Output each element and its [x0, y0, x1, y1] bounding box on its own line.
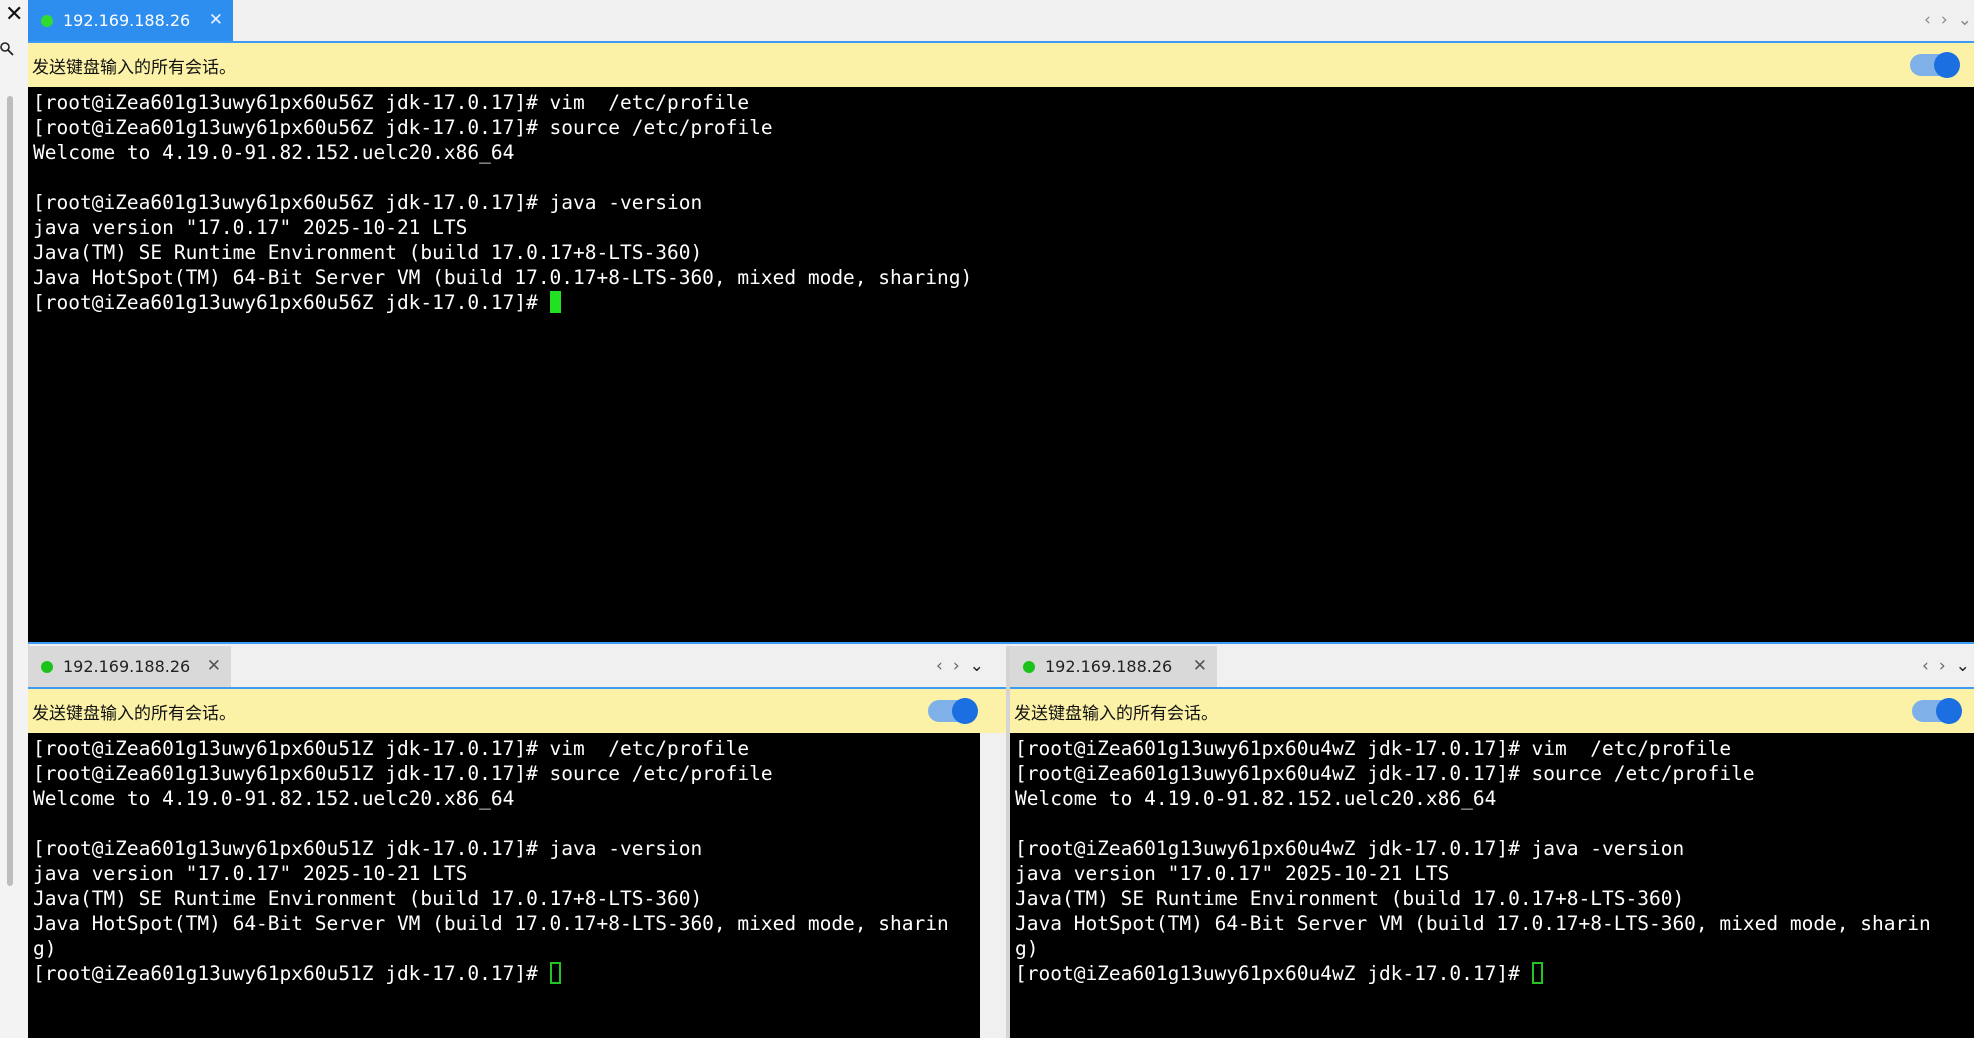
terminal-line: Java HotSpot(TM) 64-Bit Server VM (build…: [33, 912, 949, 935]
broadcast-bar-bottom-right: 发送键盘输入的所有会话。: [1010, 689, 1974, 733]
chevron-right-icon[interactable]: ›: [1941, 10, 1948, 30]
broadcast-label: 发送键盘输入的所有会话。: [1014, 703, 1218, 724]
terminal-cursor: [549, 291, 561, 313]
terminal-prompt: [root@iZea601g13uwy61px60u56Z jdk-17.0.1…: [33, 291, 550, 314]
terminal-cursor: [1531, 962, 1543, 984]
close-icon[interactable]: ✕: [207, 656, 221, 676]
terminal-line: Welcome to 4.19.0-91.82.152.uelc20.x86_6…: [33, 141, 515, 164]
terminal-line: Welcome to 4.19.0-91.82.152.uelc20.x86_6…: [1015, 787, 1497, 810]
terminal-line: [root@iZea601g13uwy61px60u51Z jdk-17.0.1…: [33, 762, 773, 785]
status-dot-icon: [1023, 660, 1035, 673]
tab-bar-top: 192.169.188.26 ✕ ‹ › ⌄: [28, 0, 1974, 43]
tab-host-label: 192.169.188.26: [1045, 657, 1173, 676]
terminal-line: [root@iZea601g13uwy61px60u4wZ jdk-17.0.1…: [1015, 837, 1685, 860]
terminal-line: Java HotSpot(TM) 64-Bit Server VM (build…: [33, 266, 973, 289]
terminal-line: [root@iZea601g13uwy61px60u51Z jdk-17.0.1…: [33, 737, 750, 760]
terminal-pane-bottom-left[interactable]: [root@iZea601g13uwy61px60u51Z jdk-17.0.1…: [28, 733, 980, 1038]
terminal-output: [root@iZea601g13uwy61px60u51Z jdk-17.0.1…: [33, 736, 949, 986]
tab-host-label: 192.169.188.26: [63, 657, 191, 676]
chevron-down-icon[interactable]: ⌄: [1956, 656, 1970, 676]
broadcast-label: 发送键盘输入的所有会话。: [32, 57, 236, 78]
terminal-line: [root@iZea601g13uwy61px60u4wZ jdk-17.0.1…: [1015, 737, 1732, 760]
terminal-pane-top[interactable]: [root@iZea601g13uwy61px60u56Z jdk-17.0.1…: [28, 87, 1974, 642]
chevron-right-icon[interactable]: ›: [953, 656, 960, 676]
terminal-line: Java(TM) SE Runtime Environment (build 1…: [33, 241, 703, 264]
close-icon[interactable]: ✕: [5, 2, 23, 28]
terminal-line: Java HotSpot(TM) 64-Bit Server VM (build…: [1015, 912, 1931, 935]
terminal-prompt: [root@iZea601g13uwy61px60u4wZ jdk-17.0.1…: [1015, 962, 1532, 985]
search-icon[interactable]: [0, 42, 14, 56]
broadcast-toggle[interactable]: [1912, 698, 1962, 724]
session-tab-top[interactable]: 192.169.188.26 ✕: [28, 0, 233, 41]
terminal-line: java version "17.0.17" 2025-10-21 LTS: [1015, 862, 1450, 885]
toggle-knob: [1936, 698, 1962, 724]
tab-nav-top: ‹ › ⌄: [1924, 10, 1972, 30]
terminal-line: [root@iZea601g13uwy61px60u4wZ jdk-17.0.1…: [1015, 762, 1755, 785]
session-tab-bottom-left[interactable]: 192.169.188.26 ✕: [28, 646, 231, 687]
close-icon[interactable]: ✕: [1193, 656, 1207, 676]
terminal-line: [root@iZea601g13uwy61px60u56Z jdk-17.0.1…: [33, 191, 703, 214]
broadcast-bar-top: 发送键盘输入的所有会话。: [28, 43, 1974, 87]
chevron-left-icon[interactable]: ‹: [936, 656, 943, 676]
broadcast-bar-bottom-left: 发送键盘输入的所有会话。: [28, 689, 1006, 733]
terminal-line: g): [1015, 937, 1039, 960]
terminal-line: java version "17.0.17" 2025-10-21 LTS: [33, 216, 468, 239]
terminal-line: Java(TM) SE Runtime Environment (build 1…: [1015, 887, 1685, 910]
status-dot-icon: [41, 660, 53, 673]
terminal-line: java version "17.0.17" 2025-10-21 LTS: [33, 862, 468, 885]
chevron-right-icon[interactable]: ›: [1939, 656, 1946, 676]
sidebar-scrollbar[interactable]: [7, 96, 13, 886]
broadcast-label: 发送键盘输入的所有会话。: [32, 703, 236, 724]
tab-bar-bottom-left: 192.169.188.26 ✕ ‹ › ⌄: [28, 646, 1006, 689]
session-tab-bottom-right[interactable]: 192.169.188.26 ✕: [1010, 646, 1217, 687]
chevron-left-icon[interactable]: ‹: [1924, 10, 1931, 30]
tab-nav-bottom-left: ‹ › ⌄: [936, 656, 984, 676]
toggle-knob: [952, 698, 978, 724]
toggle-knob: [1934, 52, 1960, 78]
chevron-down-icon[interactable]: ⌄: [970, 656, 984, 676]
terminal-line: [root@iZea601g13uwy61px60u51Z jdk-17.0.1…: [33, 837, 703, 860]
tab-host-label: 192.169.188.26: [63, 11, 191, 30]
terminal-pane-bottom-right[interactable]: [root@iZea601g13uwy61px60u4wZ jdk-17.0.1…: [1010, 733, 1974, 1038]
pane-divider[interactable]: [28, 642, 1974, 644]
broadcast-toggle[interactable]: [1910, 52, 1960, 78]
scrollbar-bottom-left[interactable]: [980, 733, 1006, 1038]
broadcast-toggle[interactable]: [928, 698, 978, 724]
terminal-line: Welcome to 4.19.0-91.82.152.uelc20.x86_6…: [33, 787, 515, 810]
close-icon[interactable]: ✕: [209, 10, 223, 30]
terminal-prompt: [root@iZea601g13uwy61px60u51Z jdk-17.0.1…: [33, 962, 550, 985]
terminal-cursor: [549, 962, 561, 984]
status-dot-icon: [41, 14, 53, 27]
chevron-left-icon[interactable]: ‹: [1922, 656, 1929, 676]
terminal-line: Java(TM) SE Runtime Environment (build 1…: [33, 887, 703, 910]
terminal-line: [root@iZea601g13uwy61px60u56Z jdk-17.0.1…: [33, 91, 750, 114]
terminal-line: g): [33, 937, 57, 960]
tab-nav-bottom-right: ‹ › ⌄: [1922, 656, 1970, 676]
terminal-line: [root@iZea601g13uwy61px60u56Z jdk-17.0.1…: [33, 116, 773, 139]
terminal-output: [root@iZea601g13uwy61px60u4wZ jdk-17.0.1…: [1015, 736, 1931, 986]
left-sidebar: ✕: [0, 0, 29, 1038]
chevron-down-icon[interactable]: ⌄: [1958, 10, 1972, 30]
terminal-output: [root@iZea601g13uwy61px60u56Z jdk-17.0.1…: [33, 90, 972, 315]
tab-bar-bottom-right: 192.169.188.26 ✕ ‹ › ⌄: [1010, 646, 1974, 689]
